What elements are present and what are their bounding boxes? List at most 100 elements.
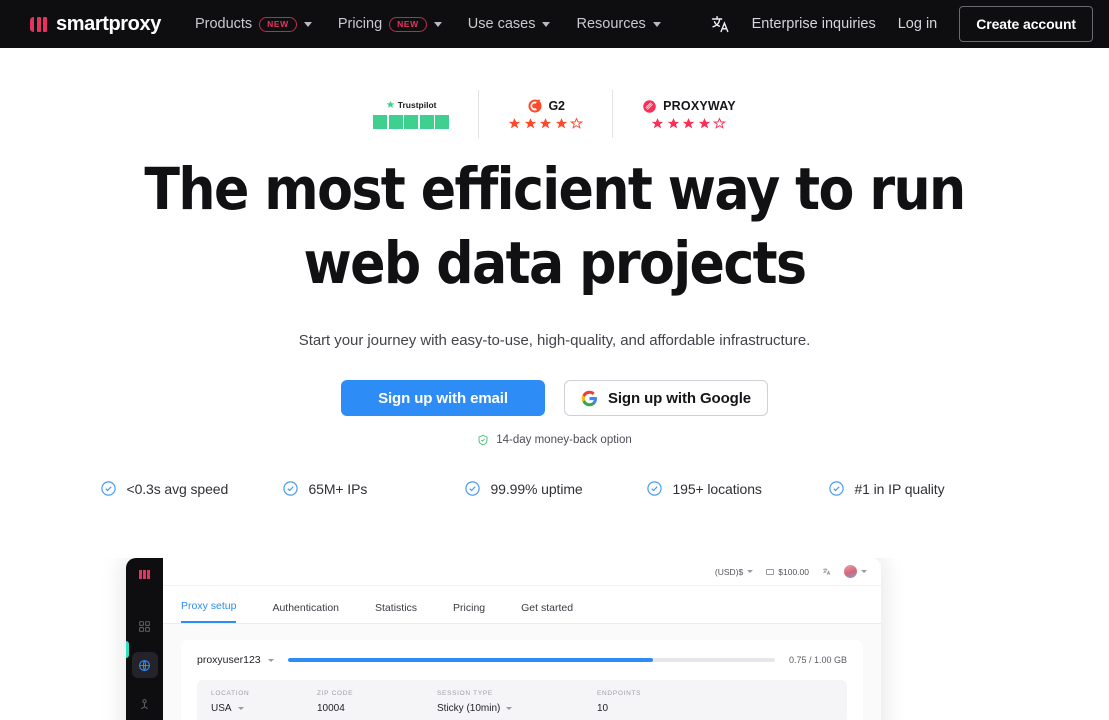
field-location[interactable]: LOCATION USA (211, 690, 317, 714)
proxy-setup-panel: proxyuser123 0.75 / 1.00 GB LOCATION USA (181, 640, 863, 720)
field-value: Sticky (10min) (437, 703, 501, 714)
language-switcher-button[interactable] (710, 14, 730, 34)
star-icon (386, 100, 395, 108)
proxyway-logo-icon (643, 99, 656, 113)
chevron-down-icon (433, 22, 442, 27)
tab-authentication[interactable]: Authentication (272, 602, 339, 623)
currency-selector[interactable]: (USD)$ (714, 566, 754, 577)
translate-icon (823, 568, 831, 576)
enterprise-inquiries-link[interactable]: Enterprise inquiries (752, 16, 876, 32)
currency-value: (USD)$ (714, 566, 744, 577)
balance-display[interactable]: $100.00 (766, 567, 809, 577)
dashboard-preview: (USD)$ $100.00 Proxy setup Authenticatio… (0, 558, 1109, 720)
proxyway-label: PROXYWAY (663, 99, 736, 113)
site-logo[interactable]: smartproxy (30, 13, 161, 36)
feature-item-locations: 195+ locations (646, 480, 828, 497)
feature-item-ips: 65M+ IPs (282, 480, 464, 497)
rating-trustpilot[interactable]: Trustpilot (344, 90, 478, 138)
field-zip-code[interactable]: ZIP CODE 10004 (317, 690, 437, 714)
signup-email-button[interactable]: Sign up with email (341, 380, 545, 416)
proxy-user-selector[interactable]: proxyuser123 (197, 654, 274, 666)
field-endpoints[interactable]: ENDPOINTS 10 (597, 690, 687, 714)
check-circle-icon (828, 481, 844, 496)
feature-label: <0.3s avg speed (126, 480, 229, 497)
nav-menu: Products NEW Pricing NEW Use cases Resou… (195, 16, 661, 32)
smartproxy-logo-icon (30, 16, 47, 32)
logo-text: smartproxy (56, 12, 161, 35)
sidebar-logo-icon (139, 570, 150, 579)
g2-header: G2 (527, 98, 565, 114)
proxyway-header: PROXYWAY (642, 99, 736, 114)
nav-item-label: Use cases (467, 16, 536, 32)
shield-check-icon (478, 434, 488, 446)
proxy-user-value: proxyuser123 (197, 654, 261, 666)
field-value-wrap: 10 (597, 703, 687, 714)
check-circle-icon (646, 481, 662, 496)
new-badge: NEW (259, 16, 297, 32)
proxy-config-fields: LOCATION USA ZIP CODE 10004 SESSION TYPE… (197, 680, 847, 720)
tab-get-started[interactable]: Get started (521, 602, 573, 623)
tab-statistics[interactable]: Statistics (375, 602, 417, 623)
field-label: ZIP CODE (317, 690, 354, 697)
nav-item-products[interactable]: Products NEW (195, 16, 312, 32)
google-button-label: Sign up with Google (607, 389, 752, 407)
headline-line-1: The most efficient way to run (144, 155, 966, 223)
field-value: USA (211, 703, 232, 714)
feature-highlights-row: <0.3s avg speed 65M+ IPs 99.99% uptime 1… (0, 480, 1109, 497)
ratings-strip: Trustpilot G2 PROXYWAY (0, 90, 1109, 138)
money-back-text: 14-day money-back option (496, 434, 632, 446)
create-account-button[interactable]: Create account (959, 6, 1093, 42)
check-circle-icon (100, 481, 116, 496)
trustpilot-header: Trustpilot (386, 100, 437, 110)
nav-left-group: smartproxy Products NEW Pricing NEW Use … (30, 13, 661, 36)
field-value-wrap: Sticky (10min) (437, 703, 597, 714)
dashboard-tabs: Proxy setup Authentication Statistics Pr… (163, 586, 881, 624)
sidebar-item-dashboard[interactable] (136, 617, 154, 635)
feature-label: 99.99% uptime (490, 480, 583, 497)
trustpilot-label: Trustpilot (397, 99, 437, 110)
hero-section: Trustpilot G2 PROXYWAY The most efficien… (0, 48, 1109, 497)
feature-label: 195+ locations (672, 480, 762, 497)
sidebar-item-proxies[interactable] (131, 652, 158, 678)
chevron-down-icon (542, 22, 551, 27)
sidebar-item-scraper[interactable] (136, 695, 154, 713)
tab-pricing[interactable]: Pricing (453, 602, 485, 623)
chevron-down-icon (237, 707, 244, 710)
field-value: 10004 (317, 703, 345, 714)
login-link[interactable]: Log in (898, 16, 938, 32)
feature-item-uptime: 99.99% uptime (464, 480, 646, 497)
field-value-wrap: USA (211, 703, 317, 714)
rating-proxyway[interactable]: PROXYWAY (612, 90, 765, 138)
page-title: The most efficient way to run web data p… (0, 152, 1109, 300)
field-value-wrap: 10004 (317, 703, 437, 714)
user-menu[interactable] (844, 565, 867, 578)
avatar (844, 565, 857, 578)
g2-logo-icon (527, 99, 542, 113)
cta-button-row: Sign up with email Sign up with Google (0, 380, 1109, 416)
proxyway-stars (651, 116, 727, 130)
chevron-down-icon (303, 22, 312, 27)
rating-g2[interactable]: G2 (478, 90, 612, 138)
dashboard-language-button[interactable] (822, 567, 831, 576)
g2-stars (508, 117, 584, 130)
feature-label: 65M+ IPs (308, 480, 368, 497)
nav-item-resources[interactable]: Resources (576, 16, 661, 32)
feature-item-ip-quality: #1 in IP quality (828, 480, 1010, 497)
chevron-down-icon (506, 707, 513, 710)
nav-item-pricing[interactable]: Pricing NEW (338, 16, 442, 32)
nav-item-use-cases[interactable]: Use cases (468, 16, 551, 32)
field-label: SESSION TYPE (437, 690, 493, 697)
chevron-down-icon (747, 570, 754, 573)
scraper-icon (140, 698, 149, 709)
check-circle-icon (464, 481, 480, 496)
dashboard-window: (USD)$ $100.00 Proxy setup Authenticatio… (126, 558, 881, 720)
field-label: LOCATION (211, 690, 250, 697)
signup-google-button[interactable]: Sign up with Google (564, 380, 768, 416)
top-navigation-bar: smartproxy Products NEW Pricing NEW Use … (0, 0, 1109, 48)
hero-subheading: Start your journey with easy-to-use, hig… (298, 332, 811, 349)
field-session-type[interactable]: SESSION TYPE Sticky (10min) (437, 690, 597, 714)
usage-progress-fill (287, 658, 654, 662)
trustpilot-score-bars (373, 114, 450, 129)
dashboard-sidebar (126, 558, 163, 720)
tab-proxy-setup[interactable]: Proxy setup (181, 600, 237, 623)
